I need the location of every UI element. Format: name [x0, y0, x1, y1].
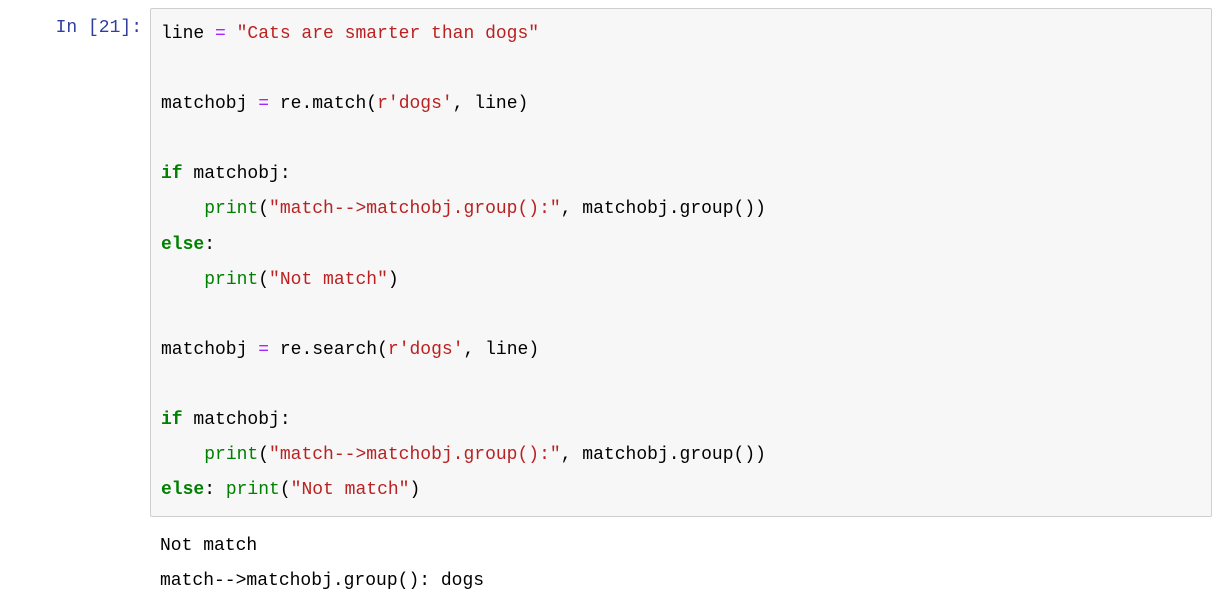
output-area: Not match match-->matchobj.group(): dogs [150, 525, 1212, 603]
input-cell: In [21]: line = "Cats are smarter than d… [0, 8, 1222, 517]
code-line-9[interactable]: print("match-->matchobj.group():", match… [161, 438, 1201, 473]
code-line-blank-2[interactable] [161, 122, 1201, 157]
input-prompt: In [21]: [10, 8, 150, 41]
code-line-7[interactable]: matchobj = re.search(r'dogs', line) [161, 333, 1201, 368]
code-line-blank-3[interactable] [161, 298, 1201, 333]
prompt-execution-count: 21 [99, 18, 121, 38]
code-line-4[interactable]: print("match-->matchobj.group():", match… [161, 192, 1201, 227]
output-line-2: match-->matchobj.group(): dogs [160, 564, 1202, 599]
code-line-10[interactable]: else: print("Not match") [161, 473, 1201, 508]
code-line-6[interactable]: print("Not match") [161, 263, 1201, 298]
code-line-blank-1[interactable] [161, 52, 1201, 87]
code-line-5[interactable]: else: [161, 228, 1201, 263]
code-line-blank-4[interactable] [161, 368, 1201, 403]
code-line-1[interactable]: line = "Cats are smarter than dogs" [161, 17, 1201, 52]
code-line-2[interactable]: matchobj = re.match(r'dogs', line) [161, 87, 1201, 122]
prompt-in-label: In [56, 18, 88, 38]
code-editor[interactable]: line = "Cats are smarter than dogs" matc… [150, 8, 1212, 517]
prompt-bracket-close: ]: [120, 18, 142, 38]
output-line-1: Not match [160, 529, 1202, 564]
output-cell: Not match match-->matchobj.group(): dogs [0, 525, 1222, 603]
prompt-bracket-open: [ [88, 18, 99, 38]
code-line-8[interactable]: if matchobj: [161, 403, 1201, 438]
code-line-3[interactable]: if matchobj: [161, 157, 1201, 192]
